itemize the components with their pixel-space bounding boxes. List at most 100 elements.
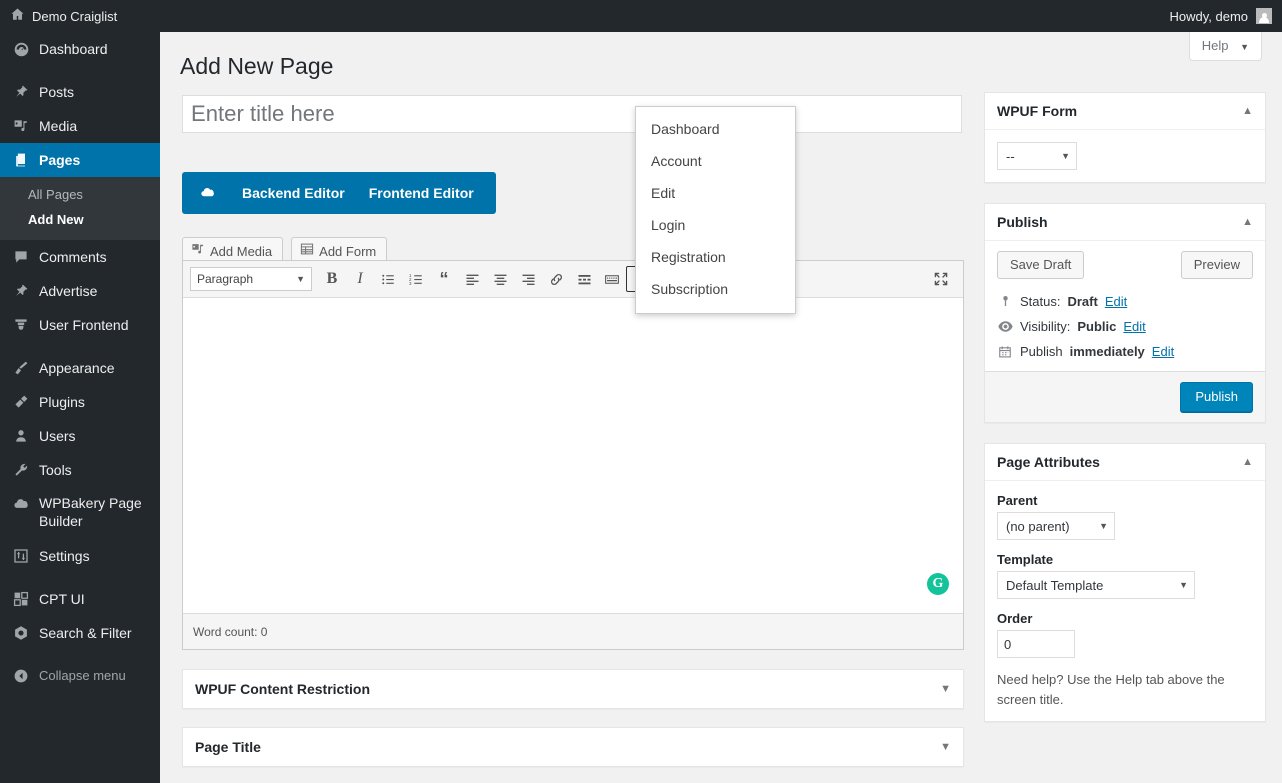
chevron-down-icon[interactable]: ▼: [940, 683, 951, 695]
paragraph-format-select[interactable]: Paragraph ▼: [190, 267, 312, 291]
wpuf-menu-item-subscription[interactable]: Subscription: [636, 273, 795, 305]
parent-select[interactable]: (no parent) ▼: [997, 512, 1115, 540]
howdy-label[interactable]: Howdy, demo: [1169, 9, 1248, 24]
sidebar-item-add-new[interactable]: Add New: [0, 207, 160, 232]
fullscreen-icon[interactable]: [927, 266, 955, 292]
editor-switch-bar: Backend Editor Frontend Editor: [182, 172, 496, 214]
preview-button[interactable]: Preview: [1180, 251, 1253, 279]
publish-major-actions: Publish: [985, 371, 1265, 422]
publish-button[interactable]: Publish: [1180, 382, 1253, 412]
sidebar-item-label: Media: [39, 117, 78, 134]
publish-date-label: Publish: [1020, 344, 1063, 359]
sidebar-item-label: User Frontend: [39, 316, 129, 333]
sidebar-item-user-frontend[interactable]: User Frontend: [0, 308, 160, 342]
backend-editor-button[interactable]: Backend Editor: [230, 172, 357, 214]
postbox-header[interactable]: WPUF Form ▲: [985, 93, 1265, 130]
sidebar-item-comments[interactable]: Comments: [0, 240, 160, 274]
sidebar-item-settings[interactable]: Settings: [0, 539, 160, 573]
align-center-icon[interactable]: [486, 266, 514, 292]
brush-icon: [11, 358, 31, 378]
sidebar-item-posts[interactable]: Posts: [0, 75, 160, 109]
sidebar-item-label: Advertise: [39, 282, 98, 299]
wpuf-menu-item-login[interactable]: Login: [636, 209, 795, 241]
grammarly-icon[interactable]: G: [927, 573, 949, 595]
post-title-input[interactable]: [182, 95, 962, 133]
sidebar-item-label: Search & Filter: [39, 624, 132, 641]
avatar[interactable]: [1256, 8, 1272, 24]
chevron-up-icon[interactable]: ▲: [1242, 456, 1253, 468]
sidebar-item-users[interactable]: Users: [0, 419, 160, 453]
parent-label: Parent: [997, 493, 1038, 508]
media-icon: [191, 242, 205, 262]
status-label: Status:: [1020, 294, 1061, 309]
align-left-icon[interactable]: [458, 266, 486, 292]
chevron-up-icon[interactable]: ▲: [1242, 105, 1253, 117]
insert-link-icon[interactable]: [542, 266, 570, 292]
form-icon: [300, 242, 314, 262]
publish-date-row: Publish immediately Edit: [985, 339, 1265, 371]
chevron-down-icon[interactable]: ▼: [940, 741, 951, 753]
collapse-menu-button[interactable]: Collapse menu: [0, 659, 160, 693]
sidebar-item-tools[interactable]: Tools: [0, 453, 160, 487]
postbox-wpuf-form: WPUF Form ▲ -- ▼: [984, 92, 1266, 183]
toolbar-toggle-icon[interactable]: [598, 266, 626, 292]
postbox-publish: Publish ▲ Save Draft Preview Status: Dra…: [984, 203, 1266, 423]
right-sidebar: WPUF Form ▲ -- ▼ Publish ▲ Save Draft Pr…: [984, 92, 1266, 742]
sidebar-item-wpbakery-page-builder[interactable]: WPBakery Page Builder: [0, 487, 160, 539]
sidebar-separator: [0, 342, 160, 351]
editor-container: Paragraph ▼ B I 1 2 3 “ G Word count: 0: [182, 260, 964, 650]
parent-select-value: (no parent): [1006, 518, 1070, 534]
visibility-edit-link[interactable]: Edit: [1123, 319, 1145, 334]
align-right-icon[interactable]: [514, 266, 542, 292]
blockquote-icon[interactable]: “: [430, 266, 458, 292]
adminbar-site-link[interactable]: Demo Craiglist: [0, 7, 117, 25]
sliders-icon: [11, 546, 31, 566]
sidebar-item-search-and-filter[interactable]: Search & Filter: [0, 616, 160, 650]
add-form-label: Add Form: [319, 244, 377, 259]
chevron-up-icon[interactable]: ▲: [1242, 216, 1253, 228]
target-icon: [11, 623, 31, 643]
numbered-list-icon[interactable]: 1 2 3: [402, 266, 430, 292]
wrench-icon: [11, 460, 31, 480]
metabox-wpuf-content-restriction[interactable]: WPUF Content Restriction ▼: [182, 669, 964, 709]
sidebar-separator: [0, 66, 160, 75]
eye-icon: [997, 320, 1013, 333]
collapse-menu-label: Collapse menu: [39, 667, 126, 683]
wpuf-form-select[interactable]: -- ▼: [997, 142, 1077, 170]
status-value: Draft: [1067, 294, 1098, 309]
sidebar-item-all-pages[interactable]: All Pages: [0, 182, 160, 207]
wpuf-menu-item-edit[interactable]: Edit: [636, 177, 795, 209]
editor-content-area[interactable]: G: [183, 298, 963, 613]
sidebar-item-pages[interactable]: Pages: [0, 143, 160, 177]
pages-icon: [11, 150, 31, 170]
pin-icon: [11, 281, 31, 301]
metabox-page-title[interactable]: Page Title ▼: [182, 727, 964, 767]
add-media-label: Add Media: [210, 244, 273, 259]
help-tab-button[interactable]: Help ▼: [1188, 32, 1262, 61]
postbox-header[interactable]: Page Attributes ▲: [985, 444, 1265, 481]
frontend-editor-button[interactable]: Frontend Editor: [357, 172, 486, 214]
sidebar-item-media[interactable]: Media: [0, 109, 160, 143]
sidebar-item-appearance[interactable]: Appearance: [0, 351, 160, 385]
status-row: Status: Draft Edit: [985, 289, 1265, 314]
user-icon: [11, 426, 31, 446]
read-more-icon[interactable]: [570, 266, 598, 292]
italic-icon[interactable]: I: [346, 266, 374, 292]
template-select[interactable]: Default Template ▼: [997, 571, 1195, 599]
order-input[interactable]: [997, 630, 1075, 658]
save-draft-button[interactable]: Save Draft: [997, 251, 1085, 279]
wpuf-menu-item-account[interactable]: Account: [636, 145, 795, 177]
sidebar-item-cpt-ui[interactable]: CPT UI: [0, 582, 160, 616]
sidebar-item-dashboard[interactable]: Dashboard: [0, 32, 160, 66]
bold-icon[interactable]: B: [318, 266, 346, 292]
wpuf-menu-item-registration[interactable]: Registration: [636, 241, 795, 273]
visibility-label: Visibility:: [1020, 319, 1071, 334]
sidebar-item-plugins[interactable]: Plugins: [0, 385, 160, 419]
publish-date-edit-link[interactable]: Edit: [1152, 344, 1174, 359]
status-edit-link[interactable]: Edit: [1105, 294, 1127, 309]
template-field-group: Template Default Template ▼: [997, 552, 1253, 599]
bulleted-list-icon[interactable]: [374, 266, 402, 292]
wpuf-menu-item-dashboard[interactable]: Dashboard: [636, 113, 795, 145]
sidebar-item-advertise[interactable]: Advertise: [0, 274, 160, 308]
postbox-header[interactable]: Publish ▲: [985, 204, 1265, 241]
